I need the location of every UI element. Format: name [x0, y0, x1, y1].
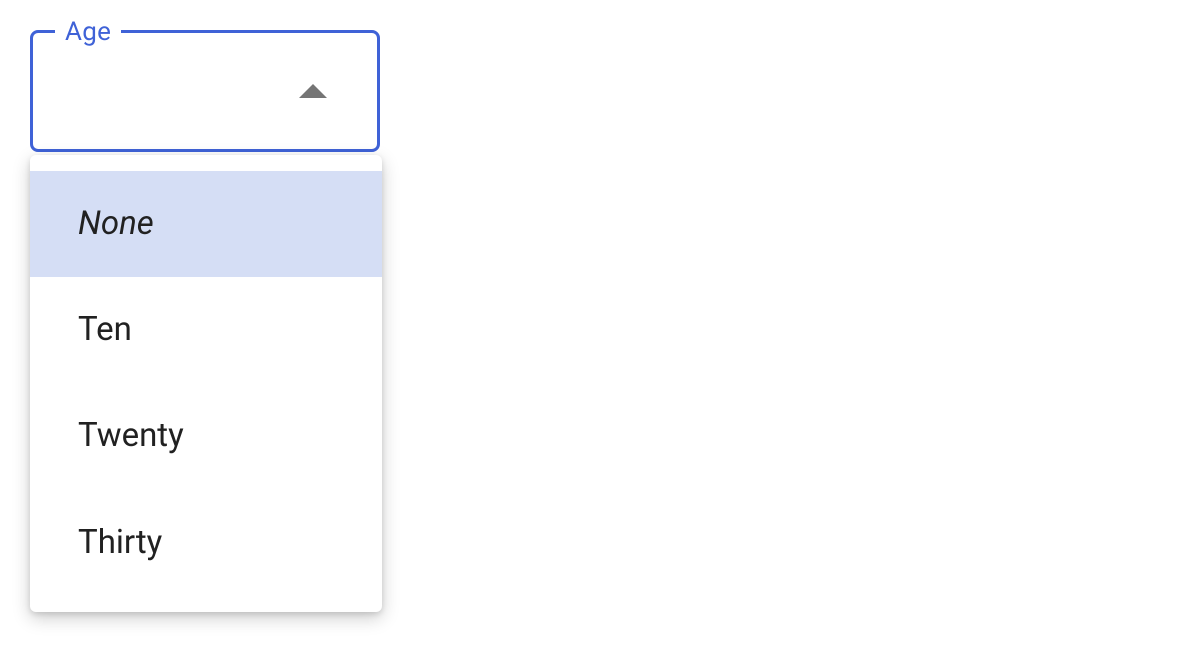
menu-item-label: Ten — [78, 310, 132, 349]
age-select-field[interactable]: Age — [30, 30, 380, 152]
menu-item-thirty[interactable]: Thirty — [30, 490, 382, 596]
age-select-label: Age — [55, 17, 121, 47]
menu-item-ten[interactable]: Ten — [30, 277, 382, 383]
menu-item-label: None — [78, 204, 154, 243]
menu-item-none[interactable]: None — [30, 171, 382, 277]
age-select-container: Age None Ten Twenty Thirty — [30, 30, 380, 152]
menu-item-label: Twenty — [78, 416, 184, 455]
arrow-drop-up-icon — [299, 84, 327, 98]
menu-item-label: Thirty — [78, 523, 162, 562]
age-select-menu: None Ten Twenty Thirty — [30, 155, 382, 612]
menu-item-twenty[interactable]: Twenty — [30, 383, 382, 489]
